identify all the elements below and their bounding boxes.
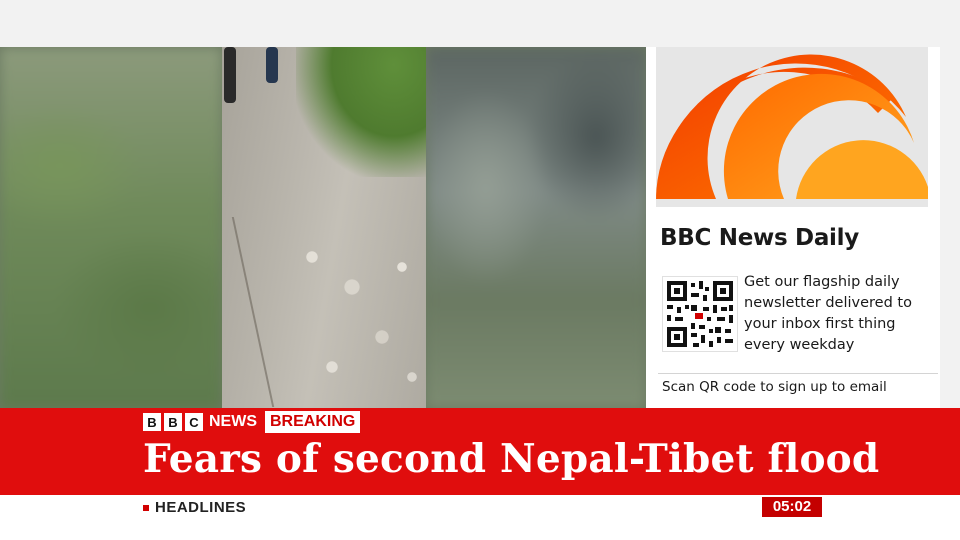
newsletter-description: Get our flagship daily newsletter delive… [744,274,912,353]
phone-footage [222,47,426,409]
rubble [292,227,426,407]
broadcast-frame: BBC News Daily Get our flagship daily ne… [0,0,960,540]
sunrise-logo-svg [656,54,928,200]
vegetation [296,47,426,177]
news-label: NEWS [209,413,257,430]
panel-divider [658,373,938,374]
breaking-label: BREAKING [265,411,361,433]
headlines-ticker: HEADLINES [143,499,246,516]
video-feed [0,47,646,409]
person-leg-right [266,47,278,83]
ticker-label: HEADLINES [155,499,247,516]
bbc-logo-block-b1: B [143,413,161,431]
scan-instruction: Scan QR code to sign up to email [662,379,887,395]
bbc-logo-block-c: C [185,413,203,431]
qr-code-icon[interactable] [662,276,738,352]
person-leg-left [224,47,236,103]
newsletter-promo-panel[interactable]: BBC News Daily Get our flagship daily ne… [646,47,940,409]
qr-code-graphic [667,281,733,347]
bbc-news-brand: B B C NEWS BREAKING [143,411,361,433]
bbc-logo-block-b2: B [164,413,182,431]
bbc-news-daily-logo-icon [656,47,928,207]
blurred-background-left [0,47,222,409]
ticker-bullet-icon [143,504,149,511]
clock: 05:02 [762,497,822,517]
headline: Fears of second Nepal-Tibet flood [143,436,880,482]
blurred-background-right [426,47,646,409]
newsletter-title: BBC News Daily [660,225,859,251]
